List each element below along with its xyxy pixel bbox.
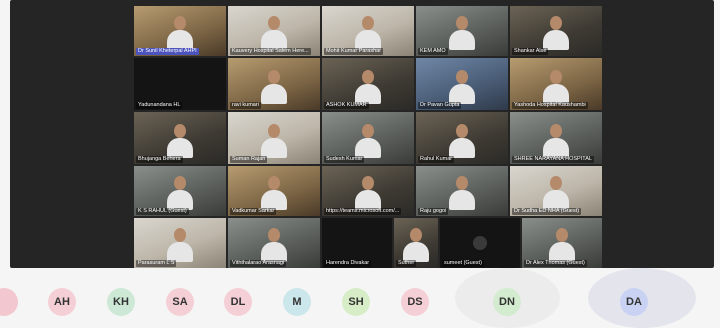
video-tile[interactable]: Rahul Kumar <box>416 112 508 164</box>
participant-video <box>355 16 381 50</box>
participant-avatar[interactable]: DA <box>620 288 648 316</box>
video-tile[interactable]: Sudesh Kumar <box>322 112 414 164</box>
participant-name: Bhujanga Behera <box>136 156 183 163</box>
participant-name: sumeet (Guest) <box>442 260 484 267</box>
video-tile[interactable]: ASHOK KUMAR <box>322 58 414 110</box>
participant-video <box>261 228 287 262</box>
participant-video <box>449 70 475 104</box>
participant-avatar[interactable]: AH <box>48 288 76 316</box>
participant-video <box>449 176 475 210</box>
participant-name: Raju gogoi <box>418 208 449 215</box>
participant-name: Yashoda Hospital Kaushambi <box>512 102 588 109</box>
participant-name: Shankar Alse <box>512 48 549 55</box>
participant-video <box>167 228 193 262</box>
participant-video <box>543 124 569 158</box>
participant-video <box>261 176 287 210</box>
video-tile[interactable]: Harendra Divakar <box>322 218 392 268</box>
participant-name: Vadkumar Sarkar <box>230 208 277 215</box>
participant-video <box>167 16 193 50</box>
video-tile[interactable]: KEM AMO <box>416 6 508 56</box>
participant-name: ravi kumari <box>230 102 261 109</box>
video-grid: Dr Sunil Kheterpal AHPI Kauvery Hospital… <box>134 6 606 268</box>
participant-avatar[interactable]: DL <box>224 288 252 316</box>
participant-name: Yadunandana HL <box>136 102 183 109</box>
participant-name: Dr Pavan Gupta <box>418 102 462 109</box>
participant-avatar[interactable]: DS <box>401 288 429 316</box>
participant-name: Suther <box>396 260 417 267</box>
participant-video <box>355 70 381 104</box>
meeting-stage: Dr Sunil Kheterpal AHPI Kauvery Hospital… <box>10 0 714 268</box>
participant-name: ASHOK KUMAR <box>324 102 369 109</box>
participant-name: Dr Alex Thomas (Guest) <box>524 260 587 267</box>
participant-video <box>261 16 287 50</box>
participant-video <box>261 70 287 104</box>
participant-video <box>543 16 569 50</box>
participant-name: Dr Sunil Kheterpal AHPI <box>136 48 199 55</box>
participant-video <box>167 124 193 158</box>
participant-name: Rahul Kumar <box>418 156 455 163</box>
video-tile[interactable]: Raju gogoi <box>416 166 508 216</box>
participant-avatar[interactable]: SH <box>342 288 370 316</box>
participant-strip: AH KH SA DL M SH DS DN DA <box>0 268 720 328</box>
video-tile[interactable]: Suman Rajan <box>228 112 320 164</box>
participant-video <box>167 176 193 210</box>
video-tile[interactable]: sumeet (Guest) <box>440 218 520 268</box>
participant-name: Parasuram L S <box>136 260 177 267</box>
participant-video <box>449 16 475 50</box>
participant-name: KEM AMO <box>418 48 448 55</box>
video-tile[interactable]: K S RAHUL (Guest) <box>134 166 226 216</box>
video-tile[interactable]: SHREE NARAYANA HOSPITAL <box>510 112 602 164</box>
participant-avatar <box>473 236 487 250</box>
participant-name: Sudesh Kumar <box>324 156 365 163</box>
participant-avatar[interactable] <box>0 288 18 316</box>
video-tile[interactable]: Parasuram L S <box>134 218 226 268</box>
participant-name: Viththalarao Arasnagi <box>230 260 287 267</box>
participant-name: SHREE NARAYANA HOSPITAL <box>512 156 594 163</box>
participant-name: Dr Sudha ED NHA (Guest) <box>512 208 582 215</box>
video-tile[interactable]: Shankar Alse <box>510 6 602 56</box>
video-tile[interactable]: Suther <box>394 218 438 268</box>
video-tile[interactable]: Vadkumar Sarkar <box>228 166 320 216</box>
participant-name: https://teams.microsoft.com/... <box>324 208 402 215</box>
participant-name: Harendra Divakar <box>324 260 372 267</box>
video-tile[interactable]: Dr Alex Thomas (Guest) <box>522 218 602 268</box>
video-tile[interactable]: Bhujanga Behera <box>134 112 226 164</box>
video-tile[interactable]: Dr Sunil Kheterpal AHPI <box>134 6 226 56</box>
video-tile[interactable]: Dr Pavan Gupta <box>416 58 508 110</box>
participant-video <box>543 70 569 104</box>
participant-name: K S RAHUL (Guest) <box>136 208 189 215</box>
participant-name: Mohit Kumar Parashar <box>324 48 384 55</box>
video-tile[interactable]: Dr Sudha ED NHA (Guest) <box>510 166 602 216</box>
participant-avatar[interactable]: KH <box>107 288 135 316</box>
participant-video <box>449 124 475 158</box>
participant-avatar[interactable]: SA <box>166 288 194 316</box>
participant-video <box>355 124 381 158</box>
participant-name: Kauvery Hospital Salem Here... <box>230 48 311 55</box>
participant-video <box>543 176 569 210</box>
participant-video <box>261 124 287 158</box>
participant-video <box>549 228 575 262</box>
video-tile[interactable]: ravi kumari <box>228 58 320 110</box>
video-tile[interactable]: Yadunandana HL <box>134 58 226 110</box>
video-tile[interactable]: https://teams.microsoft.com/... <box>322 166 414 216</box>
video-tile[interactable]: Yashoda Hospital Kaushambi <box>510 58 602 110</box>
video-tile[interactable]: Kauvery Hospital Salem Here... <box>228 6 320 56</box>
participant-name: Suman Rajan <box>230 156 268 163</box>
video-tile[interactable]: Mohit Kumar Parashar <box>322 6 414 56</box>
participant-avatar[interactable]: M <box>283 288 311 316</box>
participant-video <box>403 228 429 262</box>
participant-avatar[interactable]: DN <box>493 288 521 316</box>
video-tile[interactable]: Viththalarao Arasnagi <box>228 218 320 268</box>
participant-video <box>355 176 381 210</box>
